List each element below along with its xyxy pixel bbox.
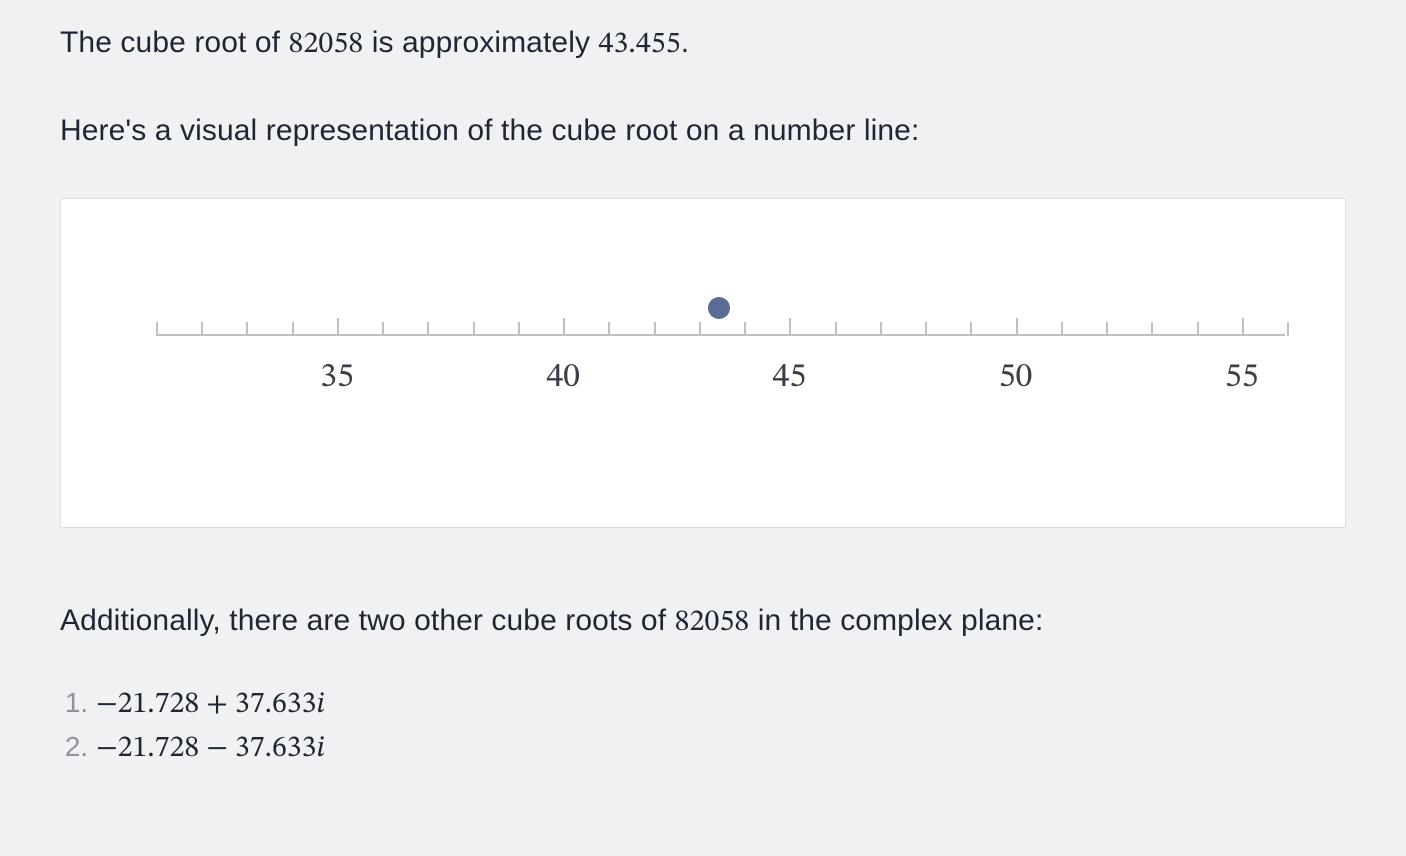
tick-label: 35	[320, 357, 354, 400]
tick-minor	[1287, 322, 1289, 336]
complex-root-value: −21.728 − 37.633𝑖	[96, 734, 325, 764]
tick-minor	[880, 322, 882, 336]
prose-block: The cube root of 82058 is approximately …	[60, 20, 1346, 153]
number: 82058	[675, 608, 750, 638]
text: The cube root of	[60, 26, 289, 59]
tick-minor	[1061, 322, 1063, 336]
tick-label: 45	[773, 357, 807, 400]
list-item: −21.728 − 37.633𝑖	[96, 730, 1346, 768]
tick-minor	[744, 322, 746, 336]
tick-minor	[970, 322, 972, 336]
complex-root-value: −21.728 + 37.633𝑖	[96, 690, 325, 720]
tick-minor	[1106, 322, 1108, 336]
tick-minor	[156, 322, 158, 336]
tick-minor	[518, 322, 520, 336]
text: is approximately	[363, 26, 598, 59]
tick-major	[337, 318, 339, 336]
number-line-chart: 35 40 45 50 55	[60, 198, 1346, 528]
prose-block-2: Additionally, there are two other cube r…	[60, 598, 1346, 646]
tick-minor	[925, 322, 927, 336]
statement-line-2: Here's a visual representation of the cu…	[60, 108, 1346, 153]
tick-minor	[654, 322, 656, 336]
number-line-axis	[156, 334, 1285, 336]
statement-line-1: The cube root of 82058 is approximately …	[60, 20, 1346, 68]
tick-major	[1016, 318, 1018, 336]
tick-minor	[473, 322, 475, 336]
tick-label: 55	[1225, 357, 1259, 400]
tick-minor	[246, 322, 248, 336]
number: 43.455	[599, 30, 681, 60]
tick-minor	[608, 322, 610, 336]
tick-major	[789, 318, 791, 336]
page: The cube root of 82058 is approximately …	[0, 0, 1406, 856]
tick-label: 40	[546, 357, 580, 400]
tick-minor	[292, 322, 294, 336]
tick-minor	[1151, 322, 1153, 336]
tick-minor	[1197, 322, 1199, 336]
plotted-point	[708, 297, 730, 319]
text: .	[681, 26, 689, 59]
tick-minor	[699, 322, 701, 336]
tick-minor	[427, 322, 429, 336]
tick-label: 50	[999, 357, 1033, 400]
text: in the complex plane:	[749, 604, 1043, 637]
tick-major	[563, 318, 565, 336]
tick-minor	[382, 322, 384, 336]
statement-line-3: Additionally, there are two other cube r…	[60, 598, 1346, 646]
number-line-canvas: 35 40 45 50 55	[61, 199, 1345, 527]
text: Additionally, there are two other cube r…	[60, 604, 675, 637]
number: 82058	[289, 30, 364, 60]
list-item: −21.728 + 37.633𝑖	[96, 686, 1346, 724]
tick-minor	[835, 322, 837, 336]
tick-minor	[201, 322, 203, 336]
complex-roots-list: −21.728 + 37.633𝑖 −21.728 − 37.633𝑖	[60, 686, 1346, 768]
tick-major	[1242, 318, 1244, 336]
